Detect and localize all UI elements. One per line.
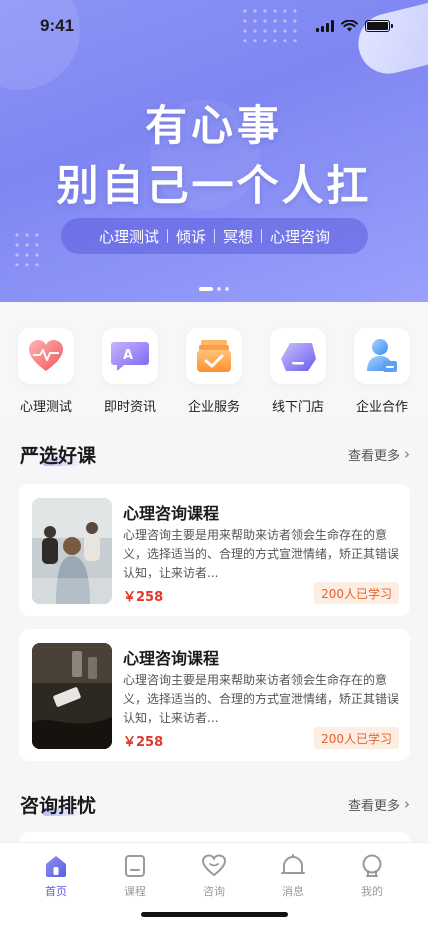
divider [214, 229, 215, 243]
carousel-dot [199, 287, 213, 291]
divider [261, 229, 263, 243]
section-title-wrap: 咨询排忧 [20, 791, 96, 818]
chevron-right-icon: › [404, 445, 410, 463]
tab-label: 课程 [124, 885, 146, 898]
course-price: ￥258 [123, 590, 164, 605]
course-thumbnail [32, 498, 112, 604]
category-label: 企业合作 [355, 400, 408, 415]
profile-icon [359, 853, 385, 879]
see-more-label: 查看更多 [347, 448, 400, 464]
see-more-link[interactable]: 查看更多 › [348, 795, 410, 814]
tab-label: 首页 [45, 885, 67, 898]
bell-icon [280, 853, 306, 879]
status-bar: 9:41 [0, 0, 428, 52]
group-session-photo [32, 498, 112, 604]
category-psych-test[interactable]: 心理测试 [10, 328, 82, 415]
consult-section-header: 咨询排忧 查看更多 › [20, 790, 410, 818]
hero-tag: 倾诉 [175, 227, 206, 246]
tab-consult[interactable]: 咨询 [184, 853, 244, 899]
course-card[interactable]: 心理咨询课程 心理咨询主要是用来帮助来访者领会生命存在的意义，选择适当的、合理的… [19, 484, 410, 616]
category-offline-store[interactable]: 线下门店 [262, 328, 334, 415]
hero-tag: 冥想 [223, 227, 254, 246]
learners-badge: 200人已学习 [314, 727, 399, 749]
battery-icon [365, 20, 393, 32]
chat-bubble-icon: A [111, 342, 149, 371]
see-more-link[interactable]: 查看更多 › [348, 445, 410, 464]
heart-pulse-icon [29, 340, 63, 371]
hero-subheadline: 别自己一个人扛 [56, 161, 372, 210]
category-icon-box [186, 328, 242, 384]
category-icon-box: A [102, 328, 158, 384]
hero-tag-pill: 心理测试 倾诉 冥想 心理咨询 [61, 218, 368, 254]
learners-badge: 200人已学习 [314, 582, 399, 604]
course-title: 心理咨询课程 [123, 649, 220, 668]
tab-course[interactable]: 课程 [105, 853, 165, 899]
svg-text:A: A [123, 348, 133, 363]
category-label: 心理测试 [19, 400, 72, 415]
see-more-label: 查看更多 [347, 798, 400, 814]
tab-messages[interactable]: 消息 [263, 853, 323, 899]
carousel-dot [225, 287, 229, 291]
store-icon [281, 343, 316, 371]
course-thumbnail [32, 643, 112, 749]
status-time: 9:41 [40, 16, 75, 35]
section-title-wrap: 严选好课 [20, 441, 96, 468]
course-icon [122, 853, 148, 879]
tab-home[interactable]: 首页 [26, 853, 86, 899]
cellular-signal-icon [316, 20, 334, 32]
category-icon-box [354, 328, 410, 384]
category-label: 企业服务 [187, 400, 240, 415]
home-indicator [141, 912, 288, 917]
tab-label: 咨询 [203, 885, 225, 898]
chevron-right-icon: › [404, 795, 410, 813]
carousel-indicator [0, 287, 428, 291]
category-label: 线下门店 [271, 400, 324, 415]
category-instant-news[interactable]: A 即时资讯 [94, 328, 166, 415]
folder-check-icon [197, 340, 231, 372]
hero-tag: 心理测试 [98, 227, 159, 246]
tab-label: 消息 [282, 885, 304, 898]
desk-phone-photo [32, 643, 112, 749]
course-description: 心理咨询主要是用来帮助来访者领会生命存在的意义，选择适当的、合理的方式宣泄情绪，… [123, 528, 400, 580]
category-label: 即时资讯 [103, 400, 156, 415]
category-icon-box [270, 328, 326, 384]
divider [166, 229, 168, 243]
course-card[interactable]: 心理咨询课程 心理咨询主要是用来帮助来访者领会生命存在的意义，选择适当的、合理的… [19, 629, 410, 761]
course-price: ￥258 [123, 735, 164, 750]
course-title: 心理咨询课程 [123, 504, 220, 523]
hero-banner[interactable]: 9:41 有心事 别自己一个人扛 心理测试 倾诉 冥想 心理咨询 [0, 0, 428, 302]
consult-heart-icon [201, 853, 227, 879]
category-enterprise-service[interactable]: 企业服务 [178, 328, 250, 415]
carousel-dot [217, 287, 221, 291]
category-grid: 心理测试 A 即时资讯 企业服务 线下门店 企业合作 [0, 302, 428, 420]
featured-section-header: 严选好课 查看更多 › [20, 440, 410, 468]
tab-label: 我的 [361, 885, 383, 898]
home-icon [43, 853, 69, 879]
tab-profile[interactable]: 我的 [342, 853, 402, 899]
category-partnership[interactable]: 企业合作 [346, 328, 418, 415]
course-description: 心理咨询主要是用来帮助来访者领会生命存在的意义，选择适当的、合理的方式宣泄情绪，… [123, 673, 400, 725]
hero-tag: 心理咨询 [270, 227, 331, 246]
status-icons [316, 20, 393, 32]
decor-dots [12, 230, 42, 266]
hero-headline: 有心事 [144, 101, 283, 150]
category-icon-box [18, 328, 74, 384]
wifi-icon [341, 20, 358, 32]
partner-icon [367, 339, 397, 372]
section-title: 咨询排忧 [20, 794, 97, 817]
section-title: 严选好课 [20, 444, 97, 467]
